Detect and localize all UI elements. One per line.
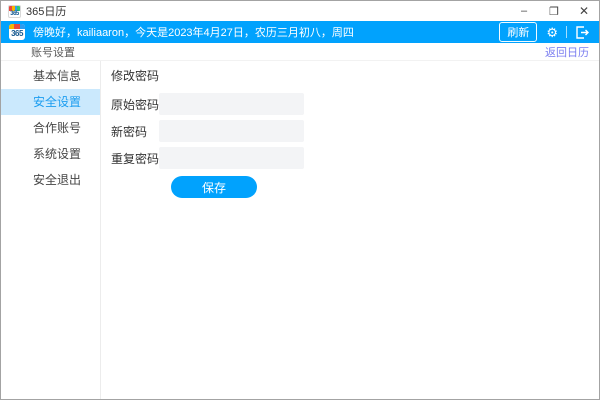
titlebar: 365 365日历 – ❐ ✕ bbox=[1, 1, 599, 21]
sidebar-item-system-settings[interactable]: 系统设置 bbox=[1, 141, 100, 167]
original-password-row: 原始密码 bbox=[111, 93, 599, 115]
save-button[interactable]: 保存 bbox=[171, 176, 257, 198]
subheader: 账号设置 返回日历 bbox=[1, 43, 599, 61]
repeat-password-input[interactable] bbox=[159, 147, 304, 169]
sidebar-item-security-settings[interactable]: 安全设置 bbox=[1, 89, 100, 115]
close-button[interactable]: ✕ bbox=[569, 1, 599, 21]
gear-icon[interactable]: ⚙ bbox=[546, 26, 558, 39]
sidebar-item-basic-info[interactable]: 基本信息 bbox=[1, 63, 100, 89]
app-header: 365 傍晚好，kailiaaron，今天是2023年4月27日，农历三月初八，… bbox=[1, 21, 599, 43]
repeat-password-row: 重复密码 bbox=[111, 147, 599, 169]
calendar-365-icon: 365 bbox=[9, 24, 25, 40]
sidebar-item-partner-accounts[interactable]: 合作账号 bbox=[1, 115, 100, 141]
maximize-button[interactable]: ❐ bbox=[539, 1, 569, 21]
refresh-button[interactable]: 刷新 bbox=[499, 22, 537, 42]
sidebar: 基本信息 安全设置 合作账号 系统设置 安全退出 bbox=[1, 61, 101, 399]
app-icon: 365 bbox=[8, 5, 21, 18]
change-password-panel: 修改密码 原始密码 新密码 重复密码 保存 bbox=[101, 61, 599, 399]
section-title: 修改密码 bbox=[111, 67, 599, 84]
window-title: 365日历 bbox=[26, 3, 509, 19]
header-divider bbox=[566, 26, 567, 38]
repeat-password-label: 重复密码 bbox=[111, 150, 159, 167]
app-body: 基本信息 安全设置 合作账号 系统设置 安全退出 修改密码 原始密码 新密码 重… bbox=[1, 61, 599, 399]
new-password-input[interactable] bbox=[159, 120, 304, 142]
logout-icon[interactable] bbox=[575, 26, 589, 39]
greeting-text: 傍晚好，kailiaaron，今天是2023年4月27日，农历三月初八，周四 bbox=[33, 24, 499, 40]
page-title: 账号设置 bbox=[31, 44, 545, 60]
new-password-row: 新密码 bbox=[111, 120, 599, 142]
back-to-calendar-link[interactable]: 返回日历 bbox=[545, 44, 589, 60]
minimize-button[interactable]: – bbox=[509, 1, 539, 21]
new-password-label: 新密码 bbox=[111, 123, 159, 140]
app-window: 365 365日历 – ❐ ✕ 365 傍晚好，kailiaaron，今天是20… bbox=[0, 0, 600, 400]
calendar-365-icon-label: 365 bbox=[9, 29, 25, 40]
sidebar-item-safe-logout[interactable]: 安全退出 bbox=[1, 167, 100, 193]
original-password-input[interactable] bbox=[159, 93, 304, 115]
original-password-label: 原始密码 bbox=[111, 96, 159, 113]
